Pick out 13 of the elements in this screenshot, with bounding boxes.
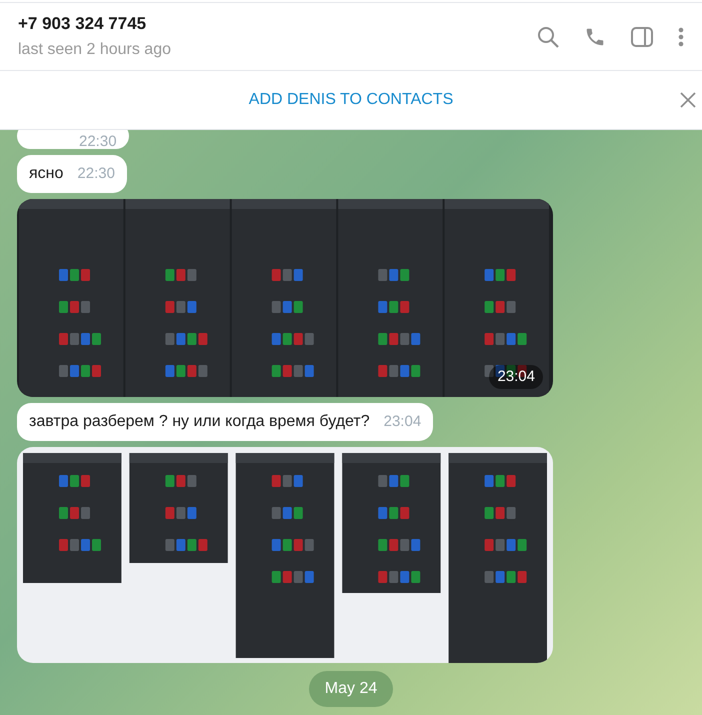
message-text: ясно xyxy=(29,165,64,183)
search-icon[interactable] xyxy=(537,26,559,48)
add-to-contacts-button[interactable]: ADD DENIS TO CONTACTS xyxy=(240,84,462,116)
message-time: 22:30 xyxy=(77,165,115,183)
last-seen-status: last seen 2 hours ago xyxy=(18,40,172,60)
message-time: 23:04 xyxy=(384,413,422,431)
message-text: завтра разберем ? ну или когда время будет? xyxy=(29,413,370,431)
close-icon[interactable] xyxy=(680,92,696,108)
message-time: 23:04 xyxy=(489,364,543,389)
message-time: 22:30 xyxy=(79,133,117,151)
menu-icon[interactable] xyxy=(678,26,684,46)
sidebar-toggle-icon[interactable] xyxy=(631,26,653,46)
contact-name: +7 903 324 7745 xyxy=(18,12,148,34)
